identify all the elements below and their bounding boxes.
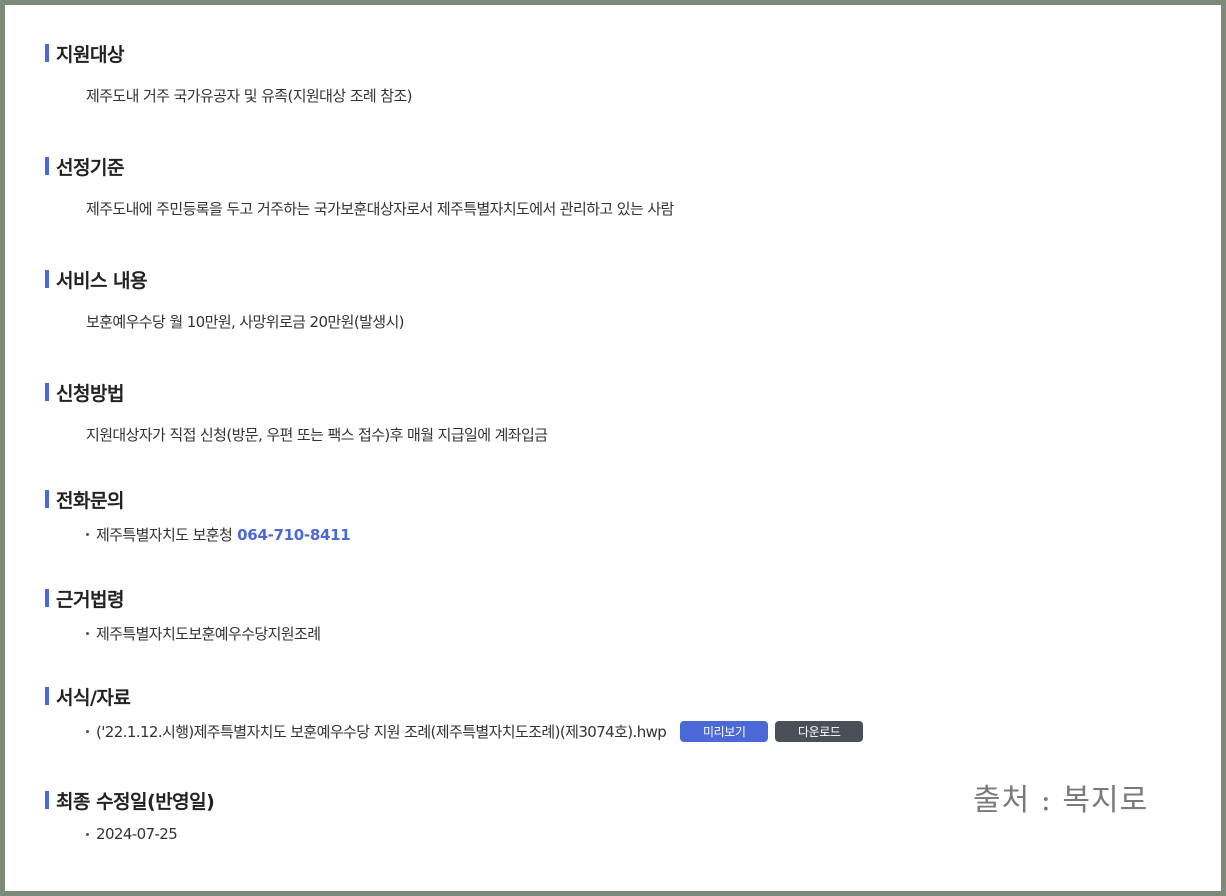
bullet-dot bbox=[86, 730, 89, 733]
section-text: 지원대상자가 직접 신청(방문, 우편 또는 팩스 접수)후 매월 지급일에 계… bbox=[86, 426, 548, 444]
heading-bar bbox=[45, 44, 49, 62]
law-item: 제주특별자치도보훈예우수당지원조례 bbox=[96, 625, 321, 643]
heading-bar bbox=[45, 490, 49, 508]
section-title: 최종 수정일(반영일) bbox=[56, 790, 215, 813]
section-title: 지원대상 bbox=[56, 43, 124, 66]
section-service: 서비스 내용 보훈예우수당 월 10만원, 사망위로금 20만원(발생시) bbox=[45, 266, 405, 332]
heading-bar bbox=[45, 157, 49, 175]
section-law: 근거법령 제주특별자치도보훈예우수당지원조례 bbox=[45, 585, 321, 644]
heading-bar bbox=[45, 589, 49, 607]
section-contact: 전화문의 제주특별자치도 보훈청 064-710-8411 bbox=[45, 486, 351, 545]
section-text: 제주도내 거주 국가유공자 및 유족(지원대상 조례 참조) bbox=[86, 87, 413, 105]
section-criteria: 선정기준 제주도내에 주민등록을 두고 거주하는 국가보훈대상자로서 제주특별자… bbox=[45, 153, 674, 219]
section-title: 선정기준 bbox=[56, 156, 124, 179]
section-title: 신청방법 bbox=[56, 382, 124, 405]
heading-bar bbox=[45, 383, 49, 401]
download-button[interactable]: 다운로드 bbox=[775, 721, 864, 742]
section-title: 서식/자료 bbox=[56, 686, 131, 709]
list-item: 제주특별자치도 보훈청 064-710-8411 bbox=[86, 524, 351, 545]
list-item: ('22.1.12.시행)제주특별자치도 보훈예우수당 지원 조례(제주특별자치… bbox=[86, 721, 864, 742]
section-text: 제주도내에 주민등록을 두고 거주하는 국가보훈대상자로서 제주특별자치도에서 … bbox=[86, 200, 674, 218]
bullet-dot bbox=[86, 533, 89, 536]
contact-org: 제주특별자치도 보훈청 bbox=[96, 526, 233, 544]
content-panel: 지원대상 제주도내 거주 국가유공자 및 유족(지원대상 조례 참조) 선정기준… bbox=[5, 5, 1221, 891]
list-item: 2024-07-25 bbox=[86, 825, 214, 843]
source-watermark: 출처 : 복지로 bbox=[973, 783, 1149, 818]
file-name: ('22.1.12.시행)제주특별자치도 보훈예우수당 지원 조례(제주특별자치… bbox=[96, 723, 667, 741]
updated-date: 2024-07-25 bbox=[96, 825, 178, 843]
section-title: 근거법령 bbox=[56, 588, 124, 611]
section-forms: 서식/자료 ('22.1.12.시행)제주특별자치도 보훈예우수당 지원 조례(… bbox=[45, 683, 864, 742]
section-text: 보훈예우수당 월 10만원, 사망위로금 20만원(발생시) bbox=[86, 313, 405, 331]
heading-bar bbox=[45, 791, 49, 809]
bullet-dot bbox=[86, 632, 89, 635]
section-title: 서비스 내용 bbox=[56, 269, 148, 292]
section-updated: 최종 수정일(반영일) 2024-07-25 bbox=[45, 787, 215, 843]
bullet-dot bbox=[86, 832, 89, 836]
section-title: 전화문의 bbox=[56, 489, 124, 512]
section-apply: 신청방법 지원대상자가 직접 신청(방문, 우편 또는 팩스 접수)후 매월 지… bbox=[45, 379, 548, 445]
heading-bar bbox=[45, 687, 49, 705]
section-target: 지원대상 제주도내 거주 국가유공자 및 유족(지원대상 조례 참조) bbox=[45, 40, 413, 106]
phone-number-link[interactable]: 064-710-8411 bbox=[237, 526, 351, 544]
heading-bar bbox=[45, 270, 49, 288]
list-item: 제주특별자치도보훈예우수당지원조례 bbox=[86, 623, 321, 644]
preview-button[interactable]: 미리보기 bbox=[680, 721, 769, 742]
